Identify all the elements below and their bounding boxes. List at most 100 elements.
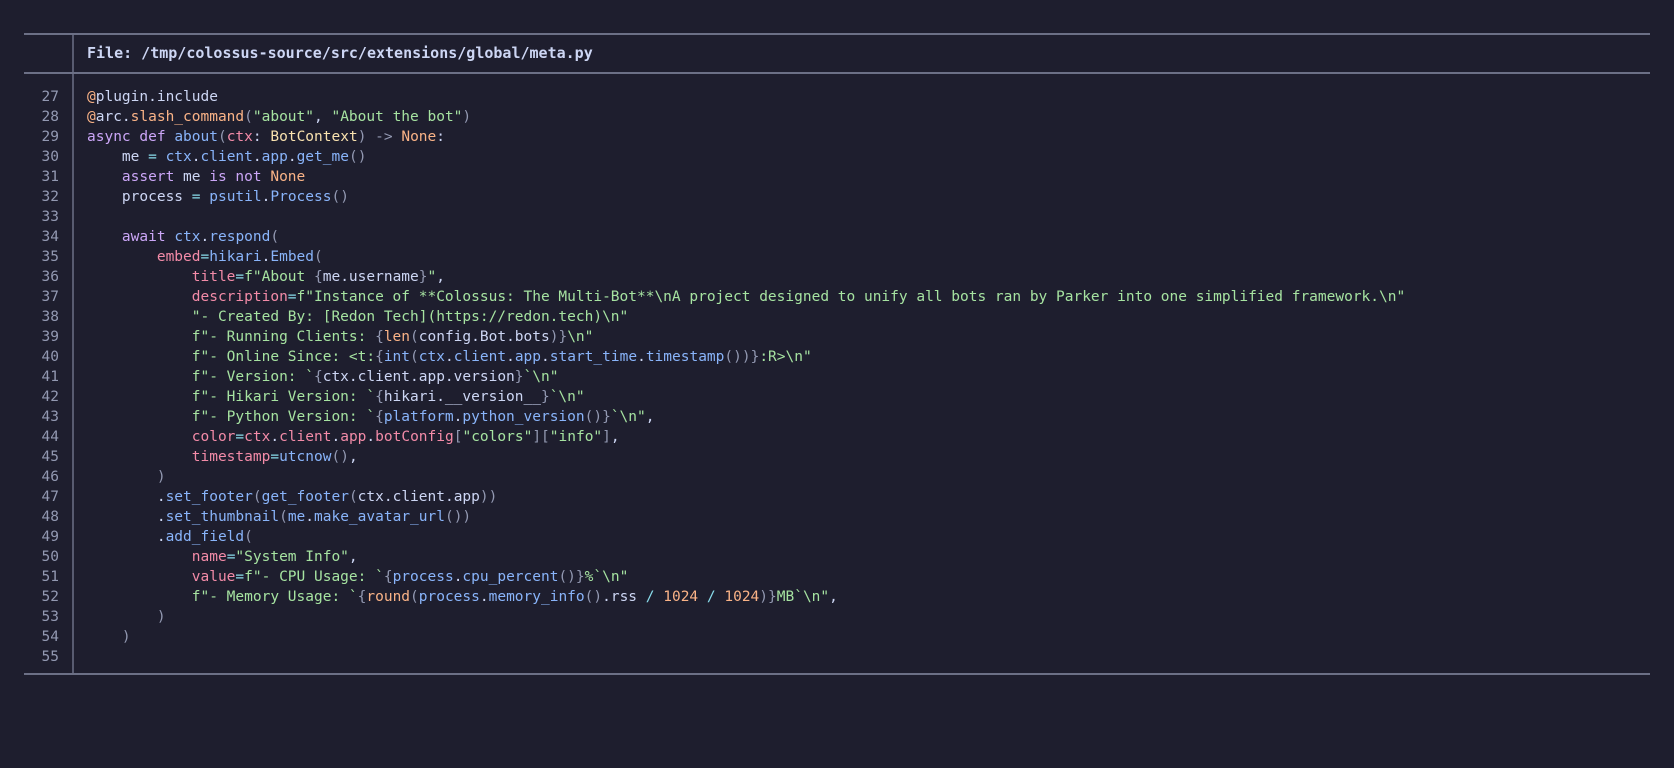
code-line: 54 ) (24, 627, 1650, 647)
code-token: value (191, 569, 236, 585)
code-token: . (287, 149, 297, 165)
code-token: ( (410, 329, 419, 345)
code-line: 52 f"- Memory Usage: `{round(process.mem… (24, 587, 1650, 607)
code-token: . (270, 429, 280, 445)
line-number: 28 (41, 109, 59, 125)
code-token: arc. (95, 109, 131, 125)
code-token: : (436, 129, 445, 145)
code-token: set_thumbnail (165, 509, 280, 525)
code-token: ][ (532, 429, 550, 445)
code-token: get_me (296, 149, 349, 165)
line-number: 32 (41, 189, 59, 205)
code-line: 37 description=f"Instance of **Colossus:… (24, 287, 1650, 307)
code-token: . (506, 349, 515, 365)
code-token: psutil (209, 189, 262, 205)
line-source: value=f"- CPU Usage: `{process.cpu_perce… (87, 567, 629, 587)
code-token: memory_info (488, 589, 585, 605)
code-token: ( (217, 129, 227, 145)
code-token: MB`\n" (776, 589, 830, 605)
line-source: @plugin.include (87, 87, 218, 107)
code-token: . (479, 589, 489, 605)
line-source: f"- Version: `{ctx.client.app.version}`\… (87, 367, 559, 387)
line-number: 43 (41, 409, 59, 425)
code-token: ( (270, 229, 280, 245)
code-token: = (270, 449, 280, 465)
code-token: embed (156, 249, 201, 265)
code-token: f"- Python Version: ` (191, 409, 376, 425)
code-token: cpu_percent (462, 569, 559, 585)
code-token: = (287, 289, 297, 305)
code-token: = (200, 249, 210, 265)
code-token: ( (279, 509, 288, 525)
code-token: "about" (252, 109, 314, 125)
code-token: ) (156, 609, 166, 625)
code-token: add_field (165, 529, 245, 545)
code-token: name (191, 549, 227, 565)
code-token: )} (759, 589, 777, 605)
code-token: "- Created By: [Redon Tech](https://redo… (191, 309, 629, 325)
code-token: = (235, 429, 245, 445)
code-token: } (540, 389, 550, 405)
code-token: ( (252, 489, 262, 505)
code-token: title (191, 269, 236, 285)
line-source: color=ctx.client.app.botConfig["colors"]… (87, 427, 620, 447)
code-token: . (305, 509, 315, 525)
line-number: 37 (41, 289, 59, 305)
code-token: )) (479, 489, 498, 505)
code-token: , (829, 589, 838, 605)
code-token: ()} (558, 569, 585, 585)
code-token: , (645, 409, 655, 425)
code-token: ctx (244, 429, 271, 445)
code-token: @ (87, 89, 96, 105)
line-source: ) (87, 627, 131, 647)
line-source: me = ctx.client.app.get_me() (87, 147, 367, 167)
line-source: .add_field( (87, 527, 253, 547)
code-token: ()} (584, 409, 611, 425)
code-token: `\n" (610, 409, 646, 425)
code-line: 28 @arc.slash_command("about", "About the… (24, 107, 1650, 127)
code-line: 30 me = ctx.client.app.get_me() (24, 147, 1650, 167)
code-token: client (453, 349, 507, 365)
code-token: = (235, 569, 245, 585)
line-number: 42 (41, 389, 59, 405)
code-token: ) (156, 469, 166, 485)
code-token: ctx (174, 229, 201, 245)
code-line: 42 f"- Hikari Version: `{hikari.__versio… (24, 387, 1650, 407)
line-number: 44 (41, 429, 59, 445)
code-token: . (156, 489, 166, 505)
line-source: .set_thumbnail(me.make_avatar_url()) (87, 507, 471, 527)
line-number: 51 (41, 569, 59, 585)
code-token: process (392, 569, 454, 585)
code-token: () (584, 589, 603, 605)
code-token: start_time (549, 349, 638, 365)
code-token: ( (410, 349, 419, 365)
code-token: . (156, 509, 166, 525)
code-token: ()) (444, 509, 472, 525)
file-header: File: /tmp/colossus-source/src/extension… (24, 35, 1650, 74)
code-token: f"- Hikari Version: ` (191, 389, 376, 405)
code-token: ())} (724, 349, 760, 365)
code-token: async def (87, 129, 175, 145)
code-token: ( (348, 489, 358, 505)
code-token: hikari.__version__ (383, 389, 541, 405)
line-number: 36 (41, 269, 59, 285)
code-token: int (383, 349, 411, 365)
code-token: None (270, 169, 306, 185)
code-token: app (261, 149, 288, 165)
code-token: ) (462, 109, 472, 125)
line-source: description=f"Instance of **Colossus: Th… (87, 287, 1405, 307)
code-token: make_avatar_url (314, 509, 445, 525)
line-number: 54 (41, 629, 59, 645)
code-body[interactable]: 27 @plugin.include 28 @arc.slash_command("a… (24, 87, 1650, 667)
code-line: 36 title=f"About {me.username}", (24, 267, 1650, 287)
code-token: botConfig (375, 429, 454, 445)
code-token: , (436, 269, 445, 285)
line-source: "- Created By: [Redon Tech](https://redo… (87, 307, 629, 327)
